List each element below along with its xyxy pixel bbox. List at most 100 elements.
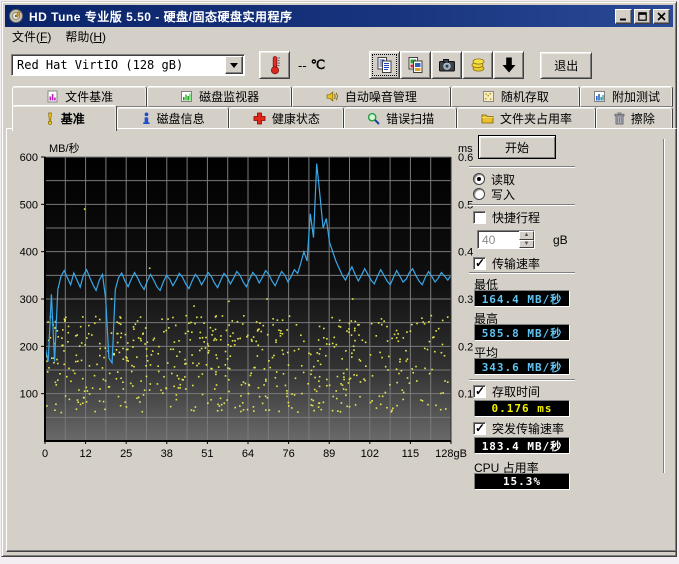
- svg-text:12: 12: [79, 448, 91, 460]
- folder-icon: [481, 112, 494, 125]
- tab-random-access[interactable]: 随机存取: [451, 86, 580, 107]
- maximize-icon: [638, 12, 647, 21]
- extra-tests-icon: [593, 90, 606, 103]
- svg-text:128gB: 128gB: [435, 448, 467, 460]
- svg-text:400: 400: [20, 247, 38, 259]
- tab-health[interactable]: 健康状态: [229, 107, 344, 129]
- save-graph-button[interactable]: [493, 51, 524, 79]
- tab-strip: 文件基准 磁盘监视器 自动噪音管理 随机存取 附加测试 基准: [12, 86, 673, 129]
- tab-extra-tests[interactable]: 附加测试: [580, 86, 673, 107]
- tab-erase[interactable]: 擦除: [596, 107, 673, 129]
- access-time-checkbox[interactable]: 存取时间: [473, 384, 540, 398]
- window-title: HD Tune 专业版 5.50 - 硬盘/固态硬盘实用程序: [29, 8, 613, 25]
- menubar: 文件(F) 帮助(H): [5, 27, 673, 46]
- min-label: 最低: [474, 276, 498, 290]
- app-icon: [8, 8, 24, 24]
- svg-text:0: 0: [42, 448, 48, 460]
- svg-text:89: 89: [323, 448, 335, 460]
- down-arrow-icon: [501, 56, 517, 74]
- minimize-button[interactable]: [615, 9, 632, 24]
- copy-image-icon: [407, 56, 425, 74]
- svg-text:300: 300: [20, 294, 38, 306]
- drive-select[interactable]: Red Hat VirtIO (128 gB): [11, 54, 245, 76]
- panel-divider: [663, 139, 665, 473]
- camera-icon: [438, 57, 456, 73]
- benchmark-page: 1002003004005006000.100.200.300.400.500.…: [6, 128, 677, 552]
- tab-file-benchmark[interactable]: 文件基准: [12, 86, 147, 107]
- disk-monitor-icon: [180, 90, 193, 103]
- burst-rate-box[interactable]: [473, 422, 486, 435]
- tab-disk-info[interactable]: 磁盘信息: [117, 107, 228, 129]
- donate-button[interactable]: [462, 51, 493, 79]
- health-cross-icon: [253, 112, 266, 125]
- access-time-display: 0.176 ms: [474, 400, 570, 417]
- read-radio[interactable]: 读取: [473, 172, 515, 186]
- camera-button[interactable]: [431, 51, 462, 79]
- exit-button[interactable]: 退出: [540, 52, 592, 79]
- tab-disk-monitor[interactable]: 磁盘监视器: [147, 86, 292, 107]
- svg-text:MB/秒: MB/秒: [49, 141, 80, 155]
- chevron-down-icon: [230, 63, 238, 68]
- short-stroke-unit: gB: [553, 233, 568, 247]
- read-radio-circle[interactable]: [473, 173, 485, 185]
- stepper-down-icon: ▼: [519, 240, 534, 249]
- random-access-icon: [482, 90, 495, 103]
- file-benchmark-icon: [46, 90, 59, 103]
- avg-value-display: 343.6 MB/秒: [474, 358, 570, 375]
- max-value-display: 585.8 MB/秒: [474, 324, 570, 341]
- app-window: HD Tune 专业版 5.50 - 硬盘/固态硬盘实用程序 文件(F) 帮助(…: [1, 1, 677, 557]
- svg-text:200: 200: [20, 341, 38, 353]
- start-button[interactable]: 开始: [478, 135, 556, 159]
- svg-text:51: 51: [201, 448, 213, 460]
- minimize-icon: [619, 12, 628, 21]
- titlebar[interactable]: HD Tune 专业版 5.50 - 硬盘/固态硬盘实用程序: [5, 5, 673, 27]
- toolbar: Red Hat VirtIO (128 gB) -- ℃: [5, 46, 673, 84]
- benchmark-icon: [45, 112, 55, 125]
- svg-text:500: 500: [20, 199, 38, 211]
- coins-icon: [469, 56, 487, 74]
- menu-file[interactable]: 文件(F): [5, 26, 58, 47]
- menu-help[interactable]: 帮助(H): [58, 26, 113, 47]
- transfer-rate-box[interactable]: [473, 257, 486, 270]
- thermometer-icon: [268, 55, 282, 75]
- max-label: 最高: [474, 310, 498, 324]
- drive-select-dropdown-button[interactable]: [225, 56, 243, 74]
- maximize-button[interactable]: [634, 9, 651, 24]
- burst-rate-checkbox[interactable]: 突发传输速率: [473, 421, 564, 435]
- short-stroke-box[interactable]: [473, 211, 486, 224]
- magnifier-icon: [367, 112, 380, 125]
- copy-image-button[interactable]: [400, 51, 431, 79]
- svg-text:115: 115: [402, 448, 420, 460]
- cpu-usage-label: CPU 占用率: [474, 459, 539, 473]
- burst-rate-display: 183.4 MB/秒: [474, 437, 570, 454]
- write-radio-circle[interactable]: [473, 188, 485, 200]
- transfer-rate-checkbox[interactable]: 传输速率: [473, 256, 540, 270]
- min-value-display: 164.4 MB/秒: [474, 290, 570, 307]
- speaker-icon: [326, 90, 339, 103]
- benchmark-panel: 开始 读取 写入 快捷行程 40 ▲▼ gB 传输速率: [465, 129, 675, 549]
- tab-aam[interactable]: 自动噪音管理: [292, 86, 451, 107]
- copy-text-button[interactable]: [369, 51, 400, 79]
- disk-info-icon: [142, 112, 151, 125]
- stepper-up-icon: ▲: [519, 231, 534, 240]
- tab-benchmark[interactable]: 基准: [12, 105, 117, 131]
- access-time-box[interactable]: [473, 385, 486, 398]
- short-stroke-checkbox[interactable]: 快捷行程: [473, 210, 540, 224]
- write-radio[interactable]: 写入: [473, 187, 515, 201]
- short-stroke-size-stepper[interactable]: 40 ▲▼: [477, 230, 535, 249]
- tab-folder-usage[interactable]: 文件夹占用率: [457, 107, 596, 129]
- benchmark-chart: 1002003004005006000.100.200.300.400.500.…: [13, 141, 473, 477]
- temperature-value: --: [298, 58, 307, 73]
- svg-text:102: 102: [361, 448, 379, 460]
- close-icon: [657, 12, 666, 21]
- trash-icon: [614, 112, 625, 125]
- svg-text:64: 64: [242, 448, 254, 460]
- temperature-button[interactable]: [259, 51, 290, 79]
- svg-text:100: 100: [20, 389, 38, 401]
- svg-text:600: 600: [20, 152, 38, 164]
- cpu-usage-display: 15.3%: [474, 473, 570, 490]
- svg-text:38: 38: [161, 448, 173, 460]
- tab-error-scan[interactable]: 错误扫描: [344, 107, 457, 129]
- svg-text:76: 76: [282, 448, 294, 460]
- close-button[interactable]: [653, 9, 670, 24]
